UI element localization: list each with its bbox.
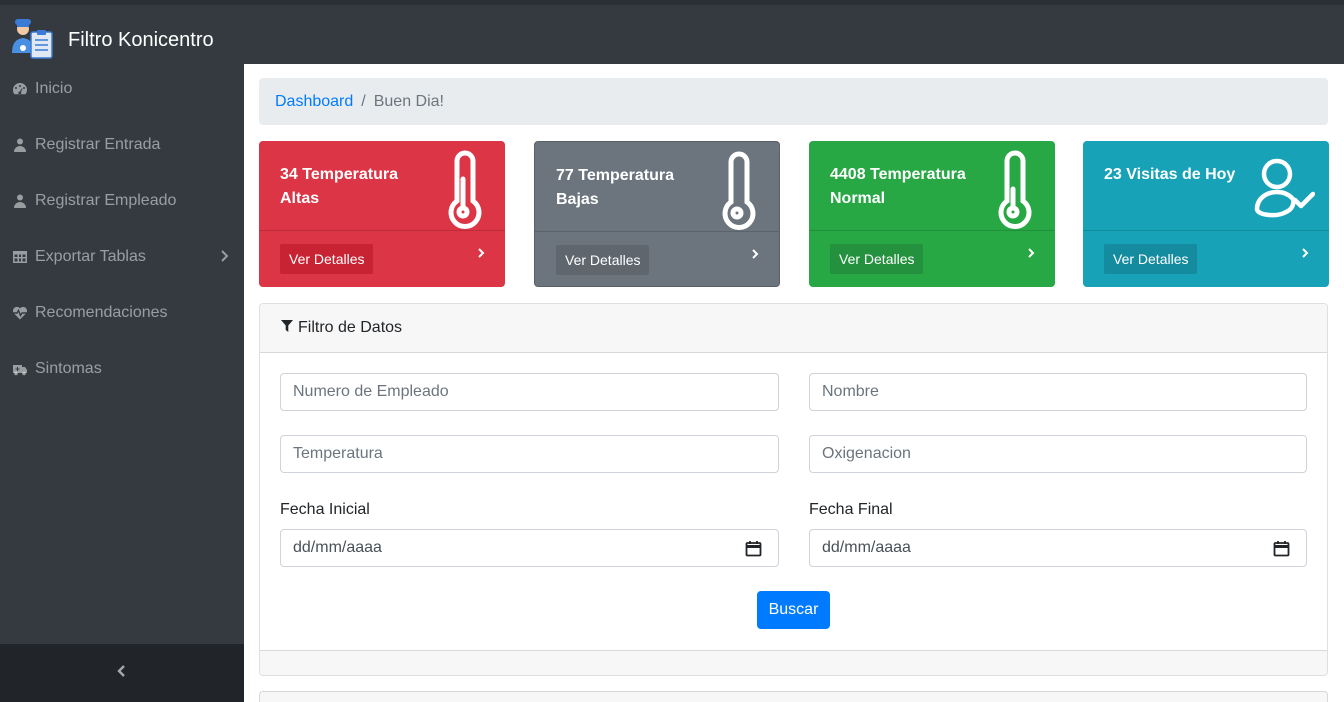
filter-panel-title: Filtro de Datos xyxy=(298,319,403,336)
sidebar: Inicio Registrar Entrada Registrar Emple… xyxy=(0,64,244,702)
name-input[interactable]: Nombre xyxy=(809,373,1307,411)
view-details-button[interactable]: Ver Detalles xyxy=(830,244,924,274)
thermometer-icon xyxy=(717,150,757,235)
ambulance-icon xyxy=(12,361,28,377)
employee-number-placeholder: Numero de Empleado xyxy=(293,383,449,400)
chevron-right-icon xyxy=(219,249,229,268)
sidebar-item-label: Sintomas xyxy=(35,360,102,377)
end-date-label: Fecha Final xyxy=(809,501,893,518)
card-visits-today: 23 Visitas de Hoy Ver Detalles xyxy=(1083,141,1329,287)
filter-icon xyxy=(281,319,298,337)
calendar-icon[interactable] xyxy=(1273,540,1290,562)
card-high-temperature: 34 Temperatura Altas Ver Detalles xyxy=(259,141,505,287)
filter-panel-footer xyxy=(260,650,1327,675)
sidebar-item-sintomas[interactable]: Sintomas xyxy=(0,345,244,393)
view-details-button[interactable]: Ver Detalles xyxy=(1104,244,1198,274)
view-details-button[interactable]: Ver Detalles xyxy=(280,244,374,274)
temperature-placeholder: Temperatura xyxy=(293,445,383,462)
oxygenation-placeholder: Oxigenacion xyxy=(822,445,911,462)
end-date-input[interactable]: dd/mm/aaaa xyxy=(809,529,1307,567)
card-low-temperature: 77 Temperatura Bajas Ver Detalles xyxy=(534,141,780,287)
end-date-value: dd/mm/aaaa xyxy=(822,539,911,556)
filter-panel: Filtro de Datos Numero de Empleado Nombr… xyxy=(259,303,1328,676)
user-icon xyxy=(12,193,28,209)
doctor-clipboard-icon[interactable] xyxy=(9,15,55,61)
sidebar-item-label: Exportar Tablas xyxy=(35,248,146,265)
card-title: 34 Temperatura Altas xyxy=(280,166,398,207)
start-date-value: dd/mm/aaaa xyxy=(293,539,382,556)
sidebar-item-label: Registrar Entrada xyxy=(35,136,161,153)
start-date-label: Fecha Inicial xyxy=(280,501,370,518)
breadcrumb-separator: / xyxy=(361,92,366,110)
name-placeholder: Nombre xyxy=(822,383,879,400)
next-panel-header xyxy=(259,691,1328,702)
filter-panel-header: Filtro de Datos xyxy=(260,304,1327,353)
chevron-right-icon[interactable] xyxy=(1301,246,1309,264)
sidebar-item-label: Inicio xyxy=(35,80,73,97)
start-date-input[interactable]: dd/mm/aaaa xyxy=(280,529,779,567)
sidebar-item-registrar-entrada[interactable]: Registrar Entrada xyxy=(0,121,244,169)
employee-number-input[interactable]: Numero de Empleado xyxy=(280,373,779,411)
card-title: 77 Temperatura Bajas xyxy=(556,167,674,208)
temperature-input[interactable]: Temperatura xyxy=(280,435,779,473)
search-button[interactable]: Buscar xyxy=(757,591,830,629)
sidebar-item-recomendaciones[interactable]: Recomendaciones xyxy=(0,289,244,337)
sidebar-item-registrar-empleado[interactable]: Registrar Empleado xyxy=(0,177,244,225)
chevron-right-icon[interactable] xyxy=(751,247,759,265)
chevron-right-icon[interactable] xyxy=(1027,246,1035,264)
chevron-left-icon xyxy=(117,664,127,683)
breadcrumb: Dashboard / Buen Dia! xyxy=(259,78,1328,125)
oxygenation-input[interactable]: Oxigenacion xyxy=(809,435,1307,473)
breadcrumb-current: Buen Dia! xyxy=(373,92,444,110)
card-normal-temperature: 4408 Temperatura Normal Ver Detalles xyxy=(809,141,1055,287)
thermometer-icon xyxy=(993,149,1033,234)
top-navbar: Filtro Konicentro xyxy=(0,0,1344,64)
view-details-button[interactable]: Ver Detalles xyxy=(556,245,650,275)
user-check-icon xyxy=(1253,155,1316,226)
user-icon xyxy=(12,137,28,153)
main-content: Dashboard / Buen Dia! 34 Temperatura Alt… xyxy=(244,64,1344,702)
breadcrumb-link-dashboard[interactable]: Dashboard xyxy=(275,93,353,111)
table-icon xyxy=(12,249,28,265)
sidebar-toggle-button[interactable] xyxy=(0,644,244,702)
heartbeat-icon xyxy=(12,305,28,321)
sidebar-item-label: Recomendaciones xyxy=(35,304,168,321)
dashboard-icon xyxy=(12,81,28,97)
card-title: 23 Visitas de Hoy xyxy=(1104,166,1236,183)
app-title[interactable]: Filtro Konicentro xyxy=(68,29,214,52)
calendar-icon[interactable] xyxy=(745,540,762,562)
sidebar-item-inicio[interactable]: Inicio xyxy=(0,65,244,113)
thermometer-icon xyxy=(443,149,483,234)
sidebar-item-label: Registrar Empleado xyxy=(35,192,177,209)
chevron-right-icon[interactable] xyxy=(477,246,485,264)
card-title: 4408 Temperatura Normal xyxy=(830,166,966,207)
sidebar-item-exportar-tablas[interactable]: Exportar Tablas xyxy=(0,233,244,281)
